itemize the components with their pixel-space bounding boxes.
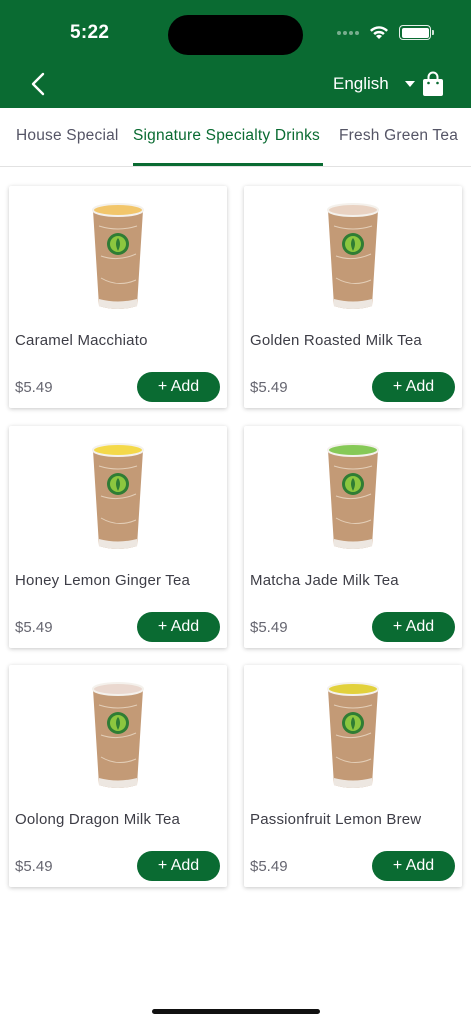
status-icons bbox=[337, 25, 434, 40]
add-to-cart-button[interactable]: + Add bbox=[372, 612, 455, 642]
product-name: Honey Lemon Ginger Tea bbox=[15, 572, 191, 589]
product-price: $5.49 bbox=[250, 858, 288, 875]
drink-cup-image bbox=[92, 203, 144, 309]
category-tabs: House Special Signature Specialty Drinks… bbox=[0, 108, 471, 167]
product-name: Golden Roasted Milk Tea bbox=[250, 332, 422, 349]
add-to-cart-button[interactable]: + Add bbox=[372, 372, 455, 402]
product-price: $5.49 bbox=[15, 858, 53, 875]
product-name: Passionfruit Lemon Brew bbox=[250, 811, 422, 828]
home-indicator bbox=[152, 1009, 320, 1014]
caret-down-icon bbox=[404, 81, 415, 87]
product-card[interactable]: Golden Roasted Milk Tea $5.49 + Add bbox=[244, 186, 462, 408]
tab-fresh-green-tea[interactable]: Fresh Green Tea bbox=[339, 127, 458, 145]
product-name: Oolong Dragon Milk Tea bbox=[15, 811, 181, 828]
product-name: Matcha Jade Milk Tea bbox=[250, 572, 399, 589]
drink-cup-image bbox=[92, 682, 144, 788]
product-card[interactable]: Passionfruit Lemon Brew $5.49 + Add bbox=[244, 665, 462, 887]
drink-cup-image bbox=[327, 682, 379, 788]
add-to-cart-button[interactable]: + Add bbox=[137, 612, 220, 642]
tab-house-special[interactable]: House Special bbox=[16, 127, 119, 145]
app-header: 5:22 English bbox=[0, 0, 471, 108]
wifi-icon bbox=[370, 26, 388, 39]
add-to-cart-button[interactable]: + Add bbox=[137, 372, 220, 402]
dynamic-island bbox=[168, 15, 303, 55]
product-name: Caramel Macchiato bbox=[15, 332, 148, 349]
status-time: 5:22 bbox=[70, 22, 110, 43]
tab-signature-specialty-drinks[interactable]: Signature Specialty Drinks bbox=[133, 127, 320, 145]
product-card[interactable]: Matcha Jade Milk Tea $5.49 + Add bbox=[244, 426, 462, 648]
battery-icon bbox=[399, 25, 434, 40]
add-to-cart-button[interactable]: + Add bbox=[372, 851, 455, 881]
language-selector[interactable]: English bbox=[333, 74, 415, 94]
product-card[interactable]: Oolong Dragon Milk Tea $5.49 + Add bbox=[9, 665, 227, 887]
signal-icon bbox=[337, 30, 359, 35]
product-price: $5.49 bbox=[15, 619, 53, 636]
product-price: $5.49 bbox=[250, 379, 288, 396]
language-label: English bbox=[333, 74, 389, 93]
product-card[interactable]: Honey Lemon Ginger Tea $5.49 + Add bbox=[9, 426, 227, 648]
add-to-cart-button[interactable]: + Add bbox=[137, 851, 220, 881]
active-tab-indicator bbox=[133, 163, 323, 166]
product-price: $5.49 bbox=[250, 619, 288, 636]
back-button[interactable] bbox=[26, 70, 50, 98]
chevron-left-icon bbox=[31, 72, 45, 96]
product-card[interactable]: Caramel Macchiato $5.49 + Add bbox=[9, 186, 227, 408]
shopping-bag-icon[interactable] bbox=[422, 71, 444, 97]
drink-cup-image bbox=[327, 443, 379, 549]
drink-cup-image bbox=[92, 443, 144, 549]
drink-cup-image bbox=[327, 203, 379, 309]
product-price: $5.49 bbox=[15, 379, 53, 396]
